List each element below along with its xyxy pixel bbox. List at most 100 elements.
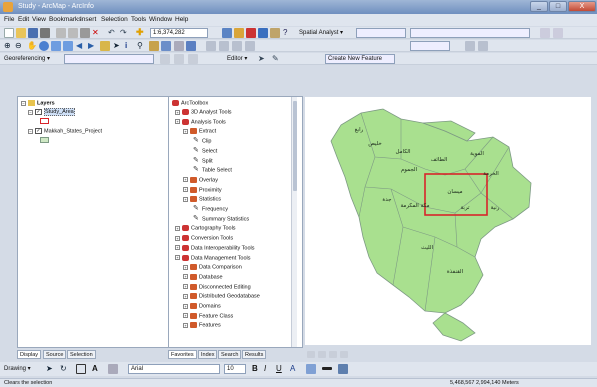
spatial-analyst-dropdown[interactable]: Spatial Analyst ▾ [299, 29, 343, 36]
tab-source[interactable]: Source [43, 350, 67, 359]
font-size-combo[interactable]: 10 [224, 364, 246, 374]
checkbox-checked-icon[interactable]: ✓ [35, 109, 42, 115]
toc-root-row[interactable]: − Layers [21, 100, 55, 106]
layer-label[interactable]: Makkah_States_Project [44, 128, 102, 134]
paste-icon[interactable] [80, 28, 90, 38]
expand-icon[interactable]: + [175, 245, 180, 251]
shift-icon[interactable] [174, 54, 184, 64]
toolbox-item[interactable]: +3D Analyst Tools [175, 109, 232, 115]
raster-tool-icon[interactable] [465, 41, 475, 51]
line-color-icon[interactable] [322, 367, 332, 370]
menu-window[interactable]: Window [149, 16, 172, 23]
expand-icon[interactable]: + [183, 303, 188, 309]
expand-icon[interactable]: + [183, 313, 188, 319]
rotate-icon[interactable] [160, 54, 170, 64]
bold-icon[interactable]: B [252, 364, 262, 374]
toolbox-item[interactable]: + Distributed Geodatabase [183, 293, 260, 300]
expand-icon[interactable]: + [183, 293, 188, 299]
raster-display-icon[interactable] [478, 41, 488, 51]
close-button[interactable]: X [568, 1, 596, 12]
fill-color-icon[interactable] [306, 364, 316, 374]
toolbox-scrollbar[interactable] [291, 97, 297, 347]
menu-help[interactable]: Help [175, 16, 188, 23]
expand-icon[interactable]: + [175, 255, 180, 260]
menu-selection[interactable]: Selection [101, 16, 128, 23]
open-icon[interactable] [16, 28, 26, 38]
toolbox-item[interactable]: + Conversion Tools [175, 235, 233, 242]
edit-arrow-icon[interactable]: ➤ [258, 54, 268, 64]
legend-study-area[interactable] [40, 118, 51, 124]
spatial-analyst-layer-combo[interactable] [356, 28, 406, 38]
toolbox-item[interactable]: + Extract [183, 128, 216, 135]
tab-display[interactable]: Display [17, 350, 42, 359]
menu-view[interactable]: View [32, 16, 46, 23]
expand-icon[interactable]: + [183, 128, 188, 134]
tab-search[interactable]: Search [218, 350, 242, 359]
georef-target-combo[interactable] [64, 54, 154, 64]
redo-icon[interactable]: ↷ [120, 28, 130, 38]
collapse-icon[interactable]: − [21, 100, 26, 106]
marker-color-icon[interactable] [338, 364, 348, 374]
layer-label[interactable]: Study_Area [44, 108, 75, 117]
toolbox-item[interactable]: ✎ Select [193, 147, 217, 154]
topology-icon[interactable] [232, 41, 242, 51]
rectangle-icon[interactable] [76, 364, 86, 374]
expand-icon[interactable]: + [183, 187, 188, 193]
tab-selection[interactable]: Selection [67, 350, 96, 359]
expand-icon[interactable]: + [183, 322, 188, 328]
toolbox-item[interactable]: ✎ Split [193, 157, 213, 164]
new-icon[interactable] [4, 28, 14, 38]
zoom-in-icon[interactable]: ⊕ [4, 41, 14, 51]
map-scale-combo[interactable]: 1:6,374,282 [150, 28, 208, 38]
map-view[interactable]: رابغ خليص الجموم الكامل الطائف مكة المكر… [305, 97, 591, 345]
html-popup-icon[interactable] [174, 41, 184, 51]
layer-row-study-area[interactable]: − ✓ Study_Area [28, 108, 75, 117]
makkah-regions[interactable] [330, 108, 532, 342]
toolbox-item[interactable]: ✎ Table Select [193, 166, 232, 173]
expand-icon[interactable]: + [183, 284, 188, 290]
toolbox-item[interactable]: + Data Interoperability Tools [175, 244, 255, 251]
tab-results[interactable]: Results [242, 350, 267, 359]
histogram-icon[interactable] [540, 28, 550, 38]
fixed-zoom-in-icon[interactable] [51, 41, 61, 51]
toolbox-item[interactable]: + Analysis Tools [175, 118, 226, 125]
zoom-out-icon[interactable]: ⊖ [15, 41, 25, 51]
catalog-icon[interactable] [234, 28, 244, 38]
select-arrow-icon[interactable]: ➤ [46, 364, 56, 374]
select-features-icon[interactable] [100, 41, 110, 51]
expand-icon[interactable]: + [183, 274, 188, 280]
toolbox-item[interactable]: + Statistics [183, 196, 221, 203]
underline-icon[interactable]: U [276, 364, 286, 374]
region-polygon[interactable] [432, 312, 476, 342]
region-polygon[interactable] [330, 108, 532, 314]
editor-dropdown[interactable]: Editor ▾ [227, 55, 247, 62]
callout-icon[interactable] [108, 364, 118, 374]
identify-icon[interactable]: i [125, 41, 135, 51]
layer-row-makkah-states[interactable]: − ✓ Makkah_States_Project [28, 128, 102, 134]
expand-icon[interactable]: + [183, 177, 188, 183]
whats-this-icon[interactable]: ? [283, 28, 293, 38]
copy-icon[interactable] [68, 28, 78, 38]
select-elements-icon[interactable]: ➤ [113, 41, 123, 51]
layer-combo[interactable] [410, 28, 530, 38]
legend-makkah-states[interactable] [40, 137, 51, 143]
font-color-icon[interactable]: A [290, 364, 300, 374]
layout-view-icon[interactable] [318, 351, 326, 358]
menu-bookmarks[interactable]: Bookmarks [49, 16, 82, 23]
toolbox-item[interactable]: + Overlay [183, 176, 218, 183]
checkbox-checked-icon[interactable]: ✓ [35, 128, 42, 134]
cut-icon[interactable] [56, 28, 66, 38]
toolbox-item[interactable]: + Data Management Tools [175, 254, 251, 261]
map-canvas[interactable]: رابغ خليص الجموم الكامل الطائف مكة المكر… [305, 97, 591, 345]
italic-icon[interactable]: I [264, 364, 274, 374]
menu-edit[interactable]: Edit [18, 16, 29, 23]
rotate-element-icon[interactable]: ↻ [60, 364, 70, 374]
sketch-pencil-icon[interactable]: ✎ [272, 54, 282, 64]
georeferencing-dropdown[interactable]: Georeferencing ▾ [4, 55, 50, 62]
drawing-dropdown[interactable]: Drawing ▾ [4, 365, 31, 372]
toolbox-icon[interactable] [246, 28, 256, 38]
edit-tool-icon[interactable] [206, 41, 216, 51]
georef-layer-combo[interactable] [410, 41, 450, 51]
expand-icon[interactable]: + [175, 119, 180, 125]
delete-icon[interactable]: ✕ [92, 28, 102, 38]
